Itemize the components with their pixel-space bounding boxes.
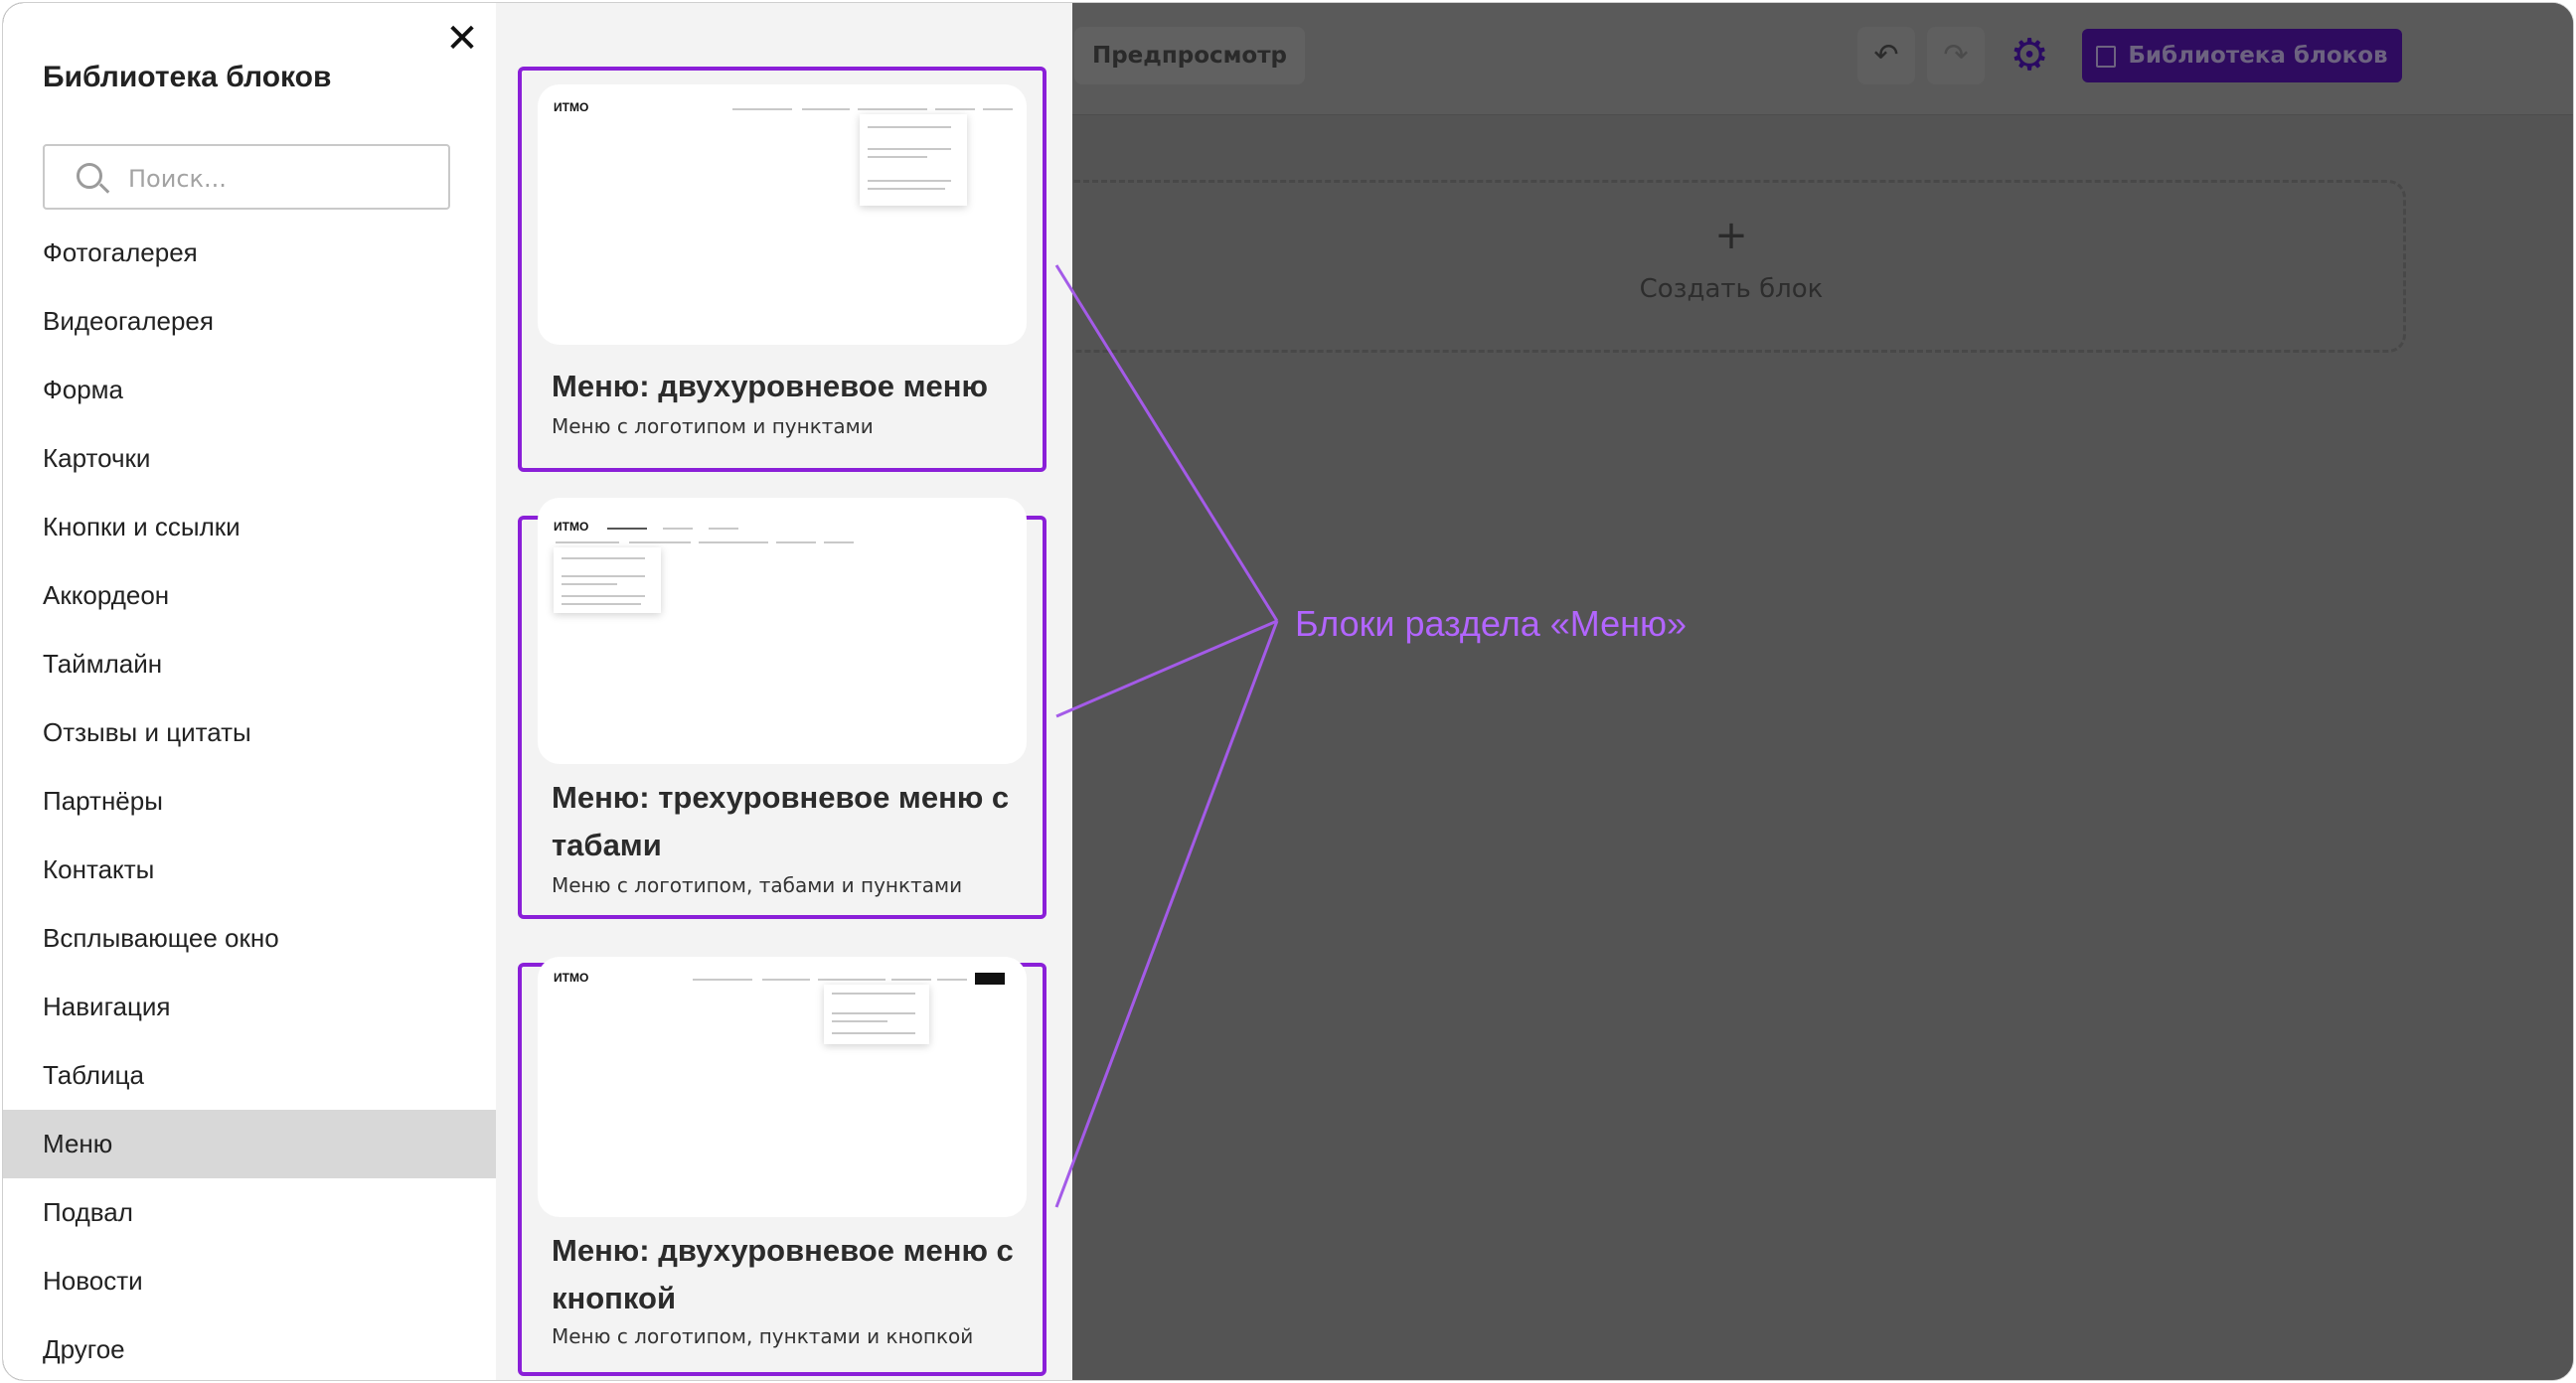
annotation-line: [1054, 264, 1279, 622]
annotation-line: [1055, 619, 1278, 718]
annotation-label: Блоки раздела «Меню»: [1295, 603, 1688, 644]
annotation-lines: [1054, 264, 1279, 1208]
app-window: Предпросмотр ↶ ↷ ⚙ Библиотека блоков + С…: [2, 2, 2574, 1381]
annotation-line: [1054, 620, 1279, 1208]
